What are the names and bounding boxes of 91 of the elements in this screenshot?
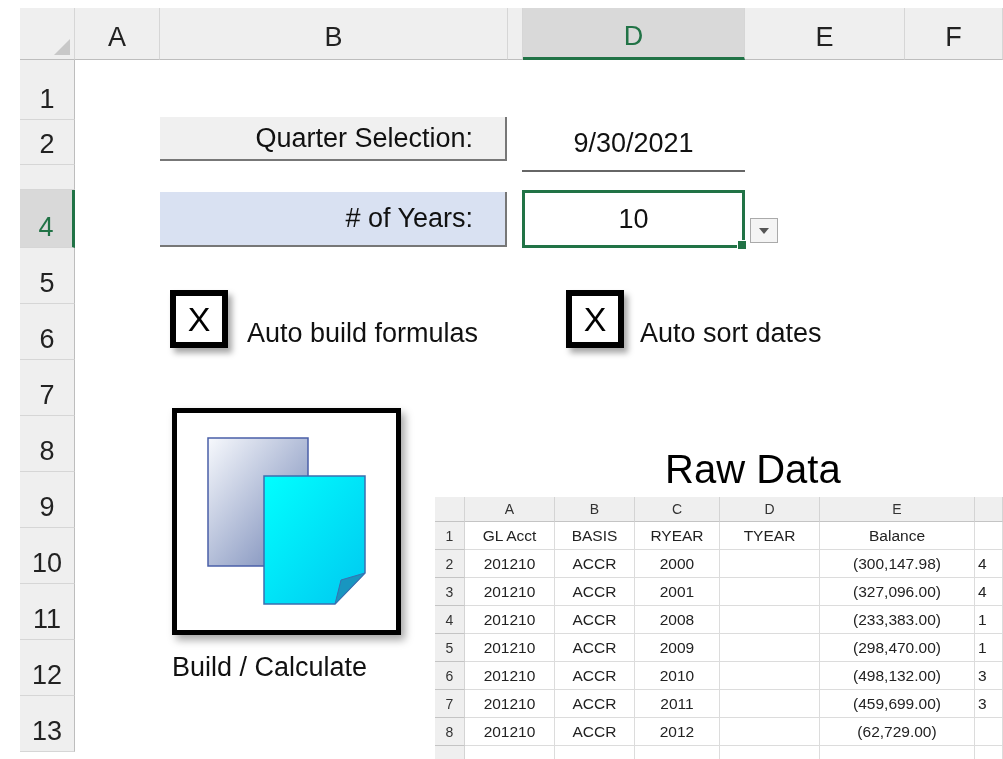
- dropdown-button[interactable]: [750, 218, 778, 243]
- table-cell: (498,132.00): [820, 662, 975, 690]
- column-header[interactable]: F: [905, 8, 1003, 60]
- row-header: 7: [435, 690, 465, 718]
- table-cell: (459,699.00): [820, 690, 975, 718]
- row-header: 1: [435, 522, 465, 550]
- column-header[interactable]: E: [745, 8, 905, 60]
- table-cell: 201210: [465, 550, 555, 578]
- table-cell: (327,096.00): [820, 578, 975, 606]
- table-cell: ACCR: [555, 634, 635, 662]
- row-header[interactable]: 5: [20, 248, 75, 304]
- header-cell: GL Acct: [465, 522, 555, 550]
- row-header: 5: [435, 634, 465, 662]
- row-header[interactable]: 13: [20, 696, 75, 752]
- row-header: 3: [435, 578, 465, 606]
- column-header: C: [635, 497, 720, 522]
- table-cell: 3: [975, 690, 1003, 718]
- build-button-caption: Build / Calculate: [172, 652, 368, 683]
- row-header[interactable]: 8: [20, 416, 75, 472]
- quarter-date-cell[interactable]: 9/30/2021: [522, 117, 745, 172]
- checkbox[interactable]: X: [170, 290, 228, 348]
- table-cell: 1: [975, 606, 1003, 634]
- column-header[interactable]: [508, 8, 523, 60]
- caret-icon: [759, 227, 769, 234]
- table-cell: 2010: [635, 662, 720, 690]
- table-cell: 1: [975, 634, 1003, 662]
- table-cell: ACCR: [555, 690, 635, 718]
- table-cell: 4: [975, 578, 1003, 606]
- table-cell: 201210: [465, 718, 555, 746]
- row-header[interactable]: 6: [20, 304, 75, 360]
- checkbox[interactable]: X: [566, 290, 624, 348]
- column-header: D: [720, 497, 820, 522]
- table-cell: 3: [975, 662, 1003, 690]
- table-cell: 201210: [465, 578, 555, 606]
- corner-cell: [435, 497, 465, 522]
- table-cell: (300,147.98): [820, 550, 975, 578]
- column-header[interactable]: A: [75, 8, 160, 60]
- table-cell: (233,383.00): [820, 606, 975, 634]
- header-cell: BASIS: [555, 522, 635, 550]
- column-header: [975, 497, 1003, 522]
- row-header[interactable]: 11: [20, 584, 75, 640]
- column-header[interactable]: B: [160, 8, 508, 60]
- table-cell: 2001: [635, 578, 720, 606]
- header-cell: Balance: [820, 522, 975, 550]
- row-header[interactable]: [20, 165, 75, 190]
- column-header: A: [465, 497, 555, 522]
- row-header[interactable]: 12: [20, 640, 75, 696]
- table-cell: 2012: [635, 718, 720, 746]
- table-cell: 201210: [465, 634, 555, 662]
- header-cell: [975, 522, 1003, 550]
- header-cell: TYEAR: [720, 522, 820, 550]
- row-header[interactable]: 10: [20, 528, 75, 584]
- checkbox-label: Auto sort dates: [640, 318, 822, 349]
- years-label: # of Years:: [160, 192, 507, 247]
- checkbox-label: Auto build formulas: [247, 318, 479, 349]
- table-cell: (298,470.00): [820, 634, 975, 662]
- years-cell[interactable]: 10: [522, 190, 745, 248]
- row-header[interactable]: 4: [20, 190, 75, 248]
- row-header: 8: [435, 718, 465, 746]
- row-header[interactable]: 7: [20, 360, 75, 416]
- column-header: E: [820, 497, 975, 522]
- table-cell: 4: [975, 550, 1003, 578]
- documents-icon: [206, 436, 367, 607]
- table-cell: 201210: [465, 690, 555, 718]
- row-header[interactable]: 1: [20, 60, 75, 120]
- table-cell: 2009: [635, 634, 720, 662]
- row-header: 2: [435, 550, 465, 578]
- column-header[interactable]: D: [523, 8, 745, 60]
- table-cell: ACCR: [555, 662, 635, 690]
- table-cell: 201210: [465, 662, 555, 690]
- row-header[interactable]: 9: [20, 472, 75, 528]
- table-cell: 2011: [635, 690, 720, 718]
- select-all-corner[interactable]: [20, 8, 75, 60]
- table-cell: ACCR: [555, 606, 635, 634]
- table-cell: 2008: [635, 606, 720, 634]
- table-cell: ACCR: [555, 578, 635, 606]
- table-cell: 2000: [635, 550, 720, 578]
- table-cell: 201210: [465, 606, 555, 634]
- row-header: 4: [435, 606, 465, 634]
- corner-triangle-icon: [54, 39, 70, 55]
- build-button[interactable]: [172, 408, 401, 635]
- table-cell: ACCR: [555, 718, 635, 746]
- raw-data-title: Raw Data: [665, 447, 842, 493]
- column-header: B: [555, 497, 635, 522]
- header-cell: RYEAR: [635, 522, 720, 550]
- table-cell: [975, 718, 1003, 746]
- table-cell: (62,729.00): [820, 718, 975, 746]
- quarter-selection-label: Quarter Selection:: [160, 117, 507, 161]
- table-cell: ACCR: [555, 550, 635, 578]
- row-header[interactable]: 2: [20, 120, 75, 165]
- row-header: 6: [435, 662, 465, 690]
